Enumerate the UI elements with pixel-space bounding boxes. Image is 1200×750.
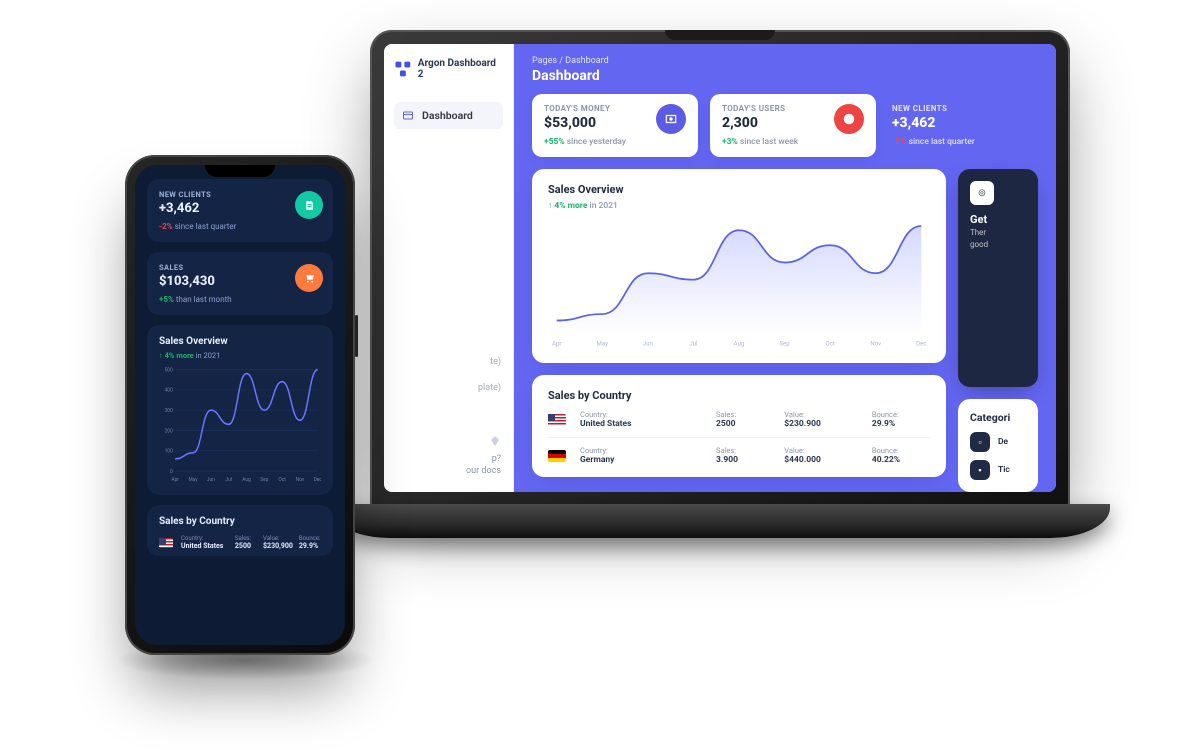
sales-overview-card: Sales Overview ↑ 4% more in 2021 bbox=[532, 169, 946, 363]
flag-us-icon bbox=[159, 538, 173, 548]
svg-text:400: 400 bbox=[165, 387, 173, 393]
device-icon: ▫ bbox=[970, 432, 990, 452]
svg-text:Apr: Apr bbox=[171, 477, 179, 483]
brand-logo-icon bbox=[394, 60, 412, 78]
stat-delta: -2% bbox=[892, 137, 907, 147]
stat-card-users[interactable]: TODAY'S USERS 2,300 +3% since last week bbox=[710, 94, 876, 157]
sales-overview-chart: Apr May Jun Jul Aug Sep Oct Nov Dec bbox=[548, 219, 930, 349]
laptop-mockup: Argon Dashboard 2 Dashboard te) plate) bbox=[350, 30, 1090, 590]
flag-de-icon bbox=[548, 450, 566, 462]
svg-text:Sep: Sep bbox=[260, 477, 268, 483]
sidebar-help-footer: te) plate) p? our docs bbox=[384, 346, 513, 492]
svg-text:300: 300 bbox=[165, 408, 173, 414]
promo-card[interactable]: ◎ Get Ther good bbox=[958, 169, 1038, 387]
stat-card-clients[interactable]: NEW CLIENTS +3,462 -2% since last quarte… bbox=[888, 94, 1038, 157]
card-title: Sales by Country bbox=[159, 516, 321, 527]
flag-us-icon bbox=[548, 414, 566, 426]
sales-overview-chart: 0 100 200 300 400 500 Apr May Jun Jul Aug Sep Oct Nov… bbox=[159, 364, 321, 484]
sidebar: Argon Dashboard 2 Dashboard te) plate) bbox=[384, 44, 514, 492]
page-header: Pages / Dashboard Dashboard bbox=[514, 44, 1056, 94]
svg-text:500: 500 bbox=[165, 367, 173, 373]
stat-delta: +5% bbox=[159, 295, 174, 304]
svg-text:Apr: Apr bbox=[552, 341, 561, 348]
svg-text:Jun: Jun bbox=[643, 341, 653, 348]
svg-text:Nov: Nov bbox=[870, 341, 881, 348]
promo-title: Get bbox=[970, 213, 1038, 226]
svg-text:0: 0 bbox=[170, 469, 173, 475]
breadcrumb[interactable]: Pages / Dashboard bbox=[532, 56, 1038, 66]
sales-by-country-card: Sales by Country Country:United States S… bbox=[532, 375, 946, 477]
phone-mockup: NEW CLIENTS +3,462 -2% since last quarte… bbox=[125, 155, 355, 655]
svg-text:200: 200 bbox=[165, 428, 173, 434]
money-icon bbox=[656, 104, 686, 134]
ticket-icon: ▪ bbox=[970, 460, 990, 480]
svg-text:Oct: Oct bbox=[278, 477, 286, 483]
sidebar-item-label: Dashboard bbox=[422, 109, 473, 122]
laptop-frame: Argon Dashboard 2 Dashboard te) plate) bbox=[370, 30, 1070, 510]
brand[interactable]: Argon Dashboard 2 bbox=[384, 44, 513, 98]
svg-text:May: May bbox=[597, 341, 609, 348]
svg-text:Dec: Dec bbox=[916, 341, 926, 348]
svg-text:Nov: Nov bbox=[296, 477, 305, 483]
stat-cards-row: TODAY'S MONEY $53,000 +55% since yesterd… bbox=[514, 94, 1056, 157]
table-row[interactable]: Country:Germany Sales:3.900 Value:$440.0… bbox=[548, 438, 930, 473]
laptop-camera-notch bbox=[665, 30, 775, 40]
categories-card: Categori ▫ De ▪ Tic bbox=[958, 399, 1038, 492]
table-row[interactable]: Country:United States Sales:2500 Value:$… bbox=[159, 535, 321, 550]
main-panel: Pages / Dashboard Dashboard TODAY'S MONE… bbox=[514, 44, 1056, 492]
svg-text:Sep: Sep bbox=[779, 341, 790, 348]
page-title: Dashboard bbox=[532, 68, 1038, 84]
sales-by-country-card: Sales by Country Country:United States S… bbox=[147, 505, 333, 556]
card-title: Sales Overview bbox=[548, 183, 930, 196]
table-row[interactable]: Country:United States Sales:2500 Value:$… bbox=[548, 402, 930, 438]
cart-icon bbox=[295, 264, 323, 292]
rocket-icon: ◎ bbox=[970, 181, 994, 205]
stat-card-sales[interactable]: SALES $103,430 +5% than last month bbox=[147, 252, 333, 315]
svg-text:100: 100 bbox=[165, 448, 173, 454]
svg-text:Jun: Jun bbox=[207, 477, 215, 483]
brand-name: Argon Dashboard 2 bbox=[418, 58, 503, 80]
stat-label: TODAY'S USERS bbox=[722, 104, 798, 113]
svg-text:Aug: Aug bbox=[242, 477, 251, 483]
card-title: Sales by Country bbox=[548, 389, 930, 402]
svg-text:May: May bbox=[188, 477, 198, 483]
dashboard-icon bbox=[402, 110, 414, 122]
svg-text:Jul: Jul bbox=[225, 477, 232, 483]
stat-card-money[interactable]: TODAY'S MONEY $53,000 +55% since yesterd… bbox=[532, 94, 698, 157]
stat-label: NEW CLIENTS bbox=[892, 104, 975, 113]
clients-icon bbox=[295, 191, 323, 219]
stat-value: $53,000 bbox=[544, 115, 626, 131]
svg-text:Aug: Aug bbox=[734, 341, 745, 348]
stat-delta: -2% bbox=[159, 222, 173, 231]
sales-overview-card: Sales Overview ↑ 4% more in 2021 0100200… bbox=[147, 325, 333, 495]
globe-icon bbox=[834, 104, 864, 134]
svg-text:Jul: Jul bbox=[689, 341, 698, 348]
card-title: Categori bbox=[970, 411, 1038, 424]
list-item[interactable]: ▫ De bbox=[970, 432, 1038, 452]
svg-text:Dec: Dec bbox=[314, 477, 321, 483]
stat-value: +3,462 bbox=[892, 115, 975, 131]
card-title: Sales Overview bbox=[159, 336, 321, 347]
laptop-base bbox=[330, 504, 1110, 538]
stat-value: 2,300 bbox=[722, 115, 798, 131]
stat-delta: +3% bbox=[722, 137, 738, 147]
sidebar-item-dashboard[interactable]: Dashboard bbox=[394, 102, 503, 129]
svg-text:Oct: Oct bbox=[825, 341, 834, 348]
stat-card-clients[interactable]: NEW CLIENTS +3,462 -2% since last quarte… bbox=[147, 179, 333, 242]
phone-camera-notch bbox=[205, 165, 275, 177]
diamond-icon bbox=[489, 435, 501, 447]
stat-label: TODAY'S MONEY bbox=[544, 104, 626, 113]
stat-delta: +55% bbox=[544, 137, 565, 147]
list-item[interactable]: ▪ Tic bbox=[970, 460, 1038, 480]
